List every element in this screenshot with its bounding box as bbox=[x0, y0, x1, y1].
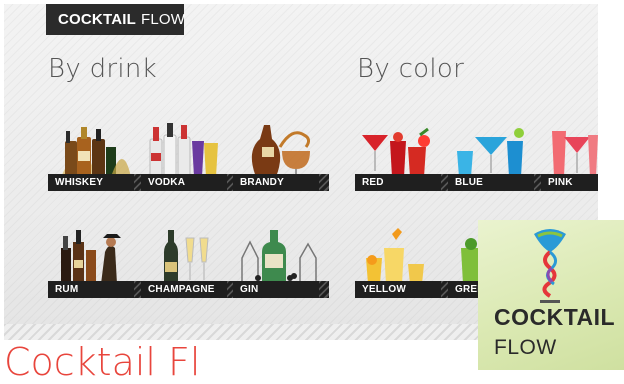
tile-whiskey[interactable]: WHISKEY bbox=[48, 121, 144, 191]
tile-blue[interactable]: BLUE bbox=[448, 121, 544, 191]
app-brand-tab[interactable]: COCKTAIL FLOW bbox=[46, 4, 186, 35]
tile-label: YELLOW bbox=[355, 281, 451, 298]
tile-brandy[interactable]: BRANDY bbox=[233, 121, 329, 191]
logo-title-line2: FLOW bbox=[494, 336, 557, 359]
gin-bottle-icon bbox=[241, 230, 317, 284]
logo-title-line1: COCKTAIL bbox=[494, 304, 616, 330]
tile-yellow[interactable]: YELLOW bbox=[355, 228, 451, 298]
rum-bottles-icon bbox=[61, 230, 121, 284]
section-title-by-color: By color bbox=[357, 54, 465, 84]
whiskey-bottles-icon bbox=[61, 127, 131, 177]
section-title-by-drink: By drink bbox=[48, 54, 158, 84]
tile-label: BRANDY bbox=[233, 174, 329, 191]
cocktail-glass-logo-icon bbox=[534, 229, 566, 303]
tile-label: BLUE bbox=[448, 174, 544, 191]
brand-bold: COCKTAIL bbox=[58, 11, 136, 28]
tile-champagne[interactable]: CHAMPAGNE bbox=[141, 228, 237, 298]
tile-label: GIN bbox=[233, 281, 329, 298]
tile-label: RUM bbox=[48, 281, 144, 298]
pink-cocktails-icon bbox=[552, 131, 598, 177]
tile-red[interactable]: RED bbox=[355, 121, 451, 191]
red-cocktails-icon bbox=[362, 127, 430, 177]
tile-vodka[interactable]: VODKA bbox=[141, 121, 237, 191]
brandy-bottle-glass-icon bbox=[251, 125, 311, 177]
tile-label: RED bbox=[355, 174, 451, 191]
champagne-bottle-glasses-icon bbox=[164, 230, 209, 284]
vodka-bottles-icon bbox=[149, 123, 218, 177]
tile-label: PINK bbox=[541, 174, 598, 191]
tile-label: VODKA bbox=[141, 174, 237, 191]
tile-label: WHISKEY bbox=[48, 174, 144, 191]
app-logo: COCKTAIL FLOW bbox=[478, 220, 624, 370]
yellow-cocktails-icon bbox=[366, 228, 424, 284]
brand-light: FLOW bbox=[140, 11, 186, 28]
tile-rum[interactable]: RUM bbox=[48, 228, 144, 298]
page-title: Cocktail Fl bbox=[4, 340, 201, 384]
tile-gin[interactable]: GIN bbox=[233, 228, 329, 298]
tile-label: CHAMPAGNE bbox=[141, 281, 237, 298]
blue-cocktails-icon bbox=[457, 128, 524, 177]
tile-pink[interactable]: PINK bbox=[541, 121, 598, 191]
